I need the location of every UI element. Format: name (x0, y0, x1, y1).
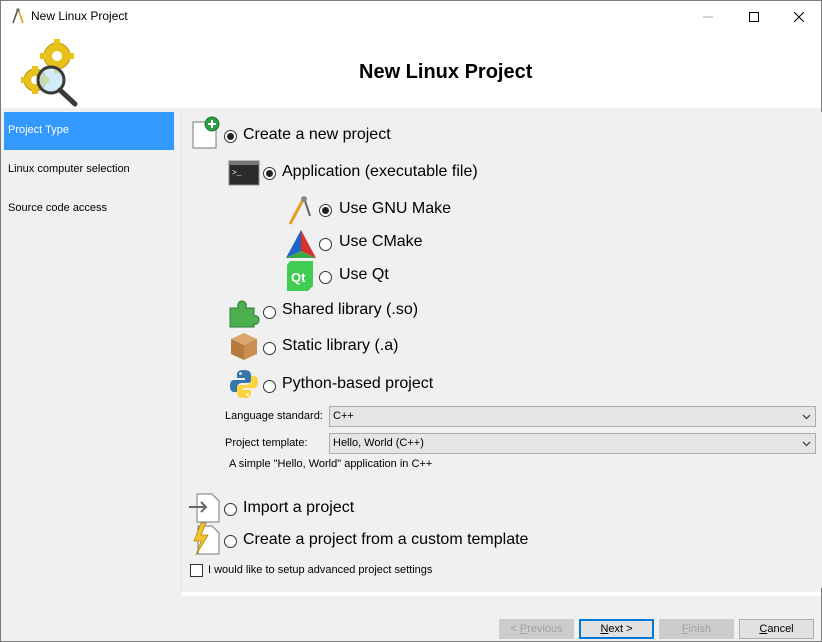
import-document-icon (189, 493, 220, 523)
previous-button-prefix: < (510, 623, 517, 635)
create-new-project-label[interactable]: Create a new project (243, 126, 391, 144)
new-document-icon (192, 116, 220, 149)
minimize-icon (703, 16, 713, 17)
language-standard-value: C++ (333, 410, 354, 422)
chevron-down-icon (802, 441, 811, 447)
gnu-make-label[interactable]: Use GNU Make (339, 200, 451, 218)
advanced-settings-label[interactable]: I would like to setup advanced project s… (208, 564, 432, 576)
compass-icon (288, 196, 311, 225)
application-label[interactable]: Application (executable file) (282, 163, 478, 181)
dialog-header: New Linux Project (1, 32, 821, 108)
advanced-settings-checkbox[interactable] (190, 564, 203, 577)
previous-button-rest: revious (527, 623, 563, 635)
wizard-footer: < Previous Next > Finish Cancel (181, 596, 821, 641)
template-bolt-icon (193, 522, 220, 556)
template-description: A simple "Hello, World" application in C… (229, 458, 433, 470)
cmake-label[interactable]: Use CMake (339, 233, 423, 251)
shared-library-label[interactable]: Shared library (.so) (282, 301, 418, 319)
application-radio[interactable] (263, 167, 276, 180)
close-icon (794, 11, 804, 22)
close-button[interactable] (776, 1, 822, 32)
finish-button-rest: inish (688, 623, 712, 635)
svg-text:Qt: Qt (291, 270, 306, 285)
import-project-label[interactable]: Import a project (243, 499, 354, 517)
create-new-project-radio[interactable] (224, 130, 237, 143)
compass-icon (12, 8, 24, 24)
puzzle-icon (229, 300, 260, 328)
custom-template-radio[interactable] (224, 535, 237, 548)
language-standard-label: Language standard: (225, 410, 323, 422)
shared-library-radio[interactable] (263, 306, 276, 319)
maximize-button[interactable] (731, 1, 777, 32)
cancel-button-rest: ancel (767, 623, 794, 635)
minimize-button[interactable] (685, 1, 731, 32)
page-title: New Linux Project (359, 61, 533, 83)
finish-button-accel: F (681, 623, 689, 635)
project-template-label: Project template: (225, 437, 308, 449)
wizard-sidebar: Project Type Linux computer selection So… (1, 108, 181, 641)
project-type-panel: Create a new project >_ Application (exe… (181, 108, 822, 592)
sidebar-item-source-code-access[interactable]: Source code access (4, 190, 174, 228)
project-template-value: Hello, World (C++) (333, 437, 424, 449)
gnu-make-radio[interactable] (319, 204, 332, 217)
custom-template-label[interactable]: Create a project from a custom template (243, 531, 528, 549)
maximize-icon (749, 11, 759, 22)
cmake-radio[interactable] (319, 238, 332, 251)
box-icon (231, 333, 257, 360)
sidebar-item-project-type[interactable]: Project Type (4, 112, 174, 150)
project-template-select[interactable]: Hello, World (C++) (329, 433, 816, 454)
cancel-button-accel: C (759, 623, 768, 635)
next-button-rest: ext > (608, 623, 633, 635)
sidebar-item-linux-computer-selection[interactable]: Linux computer selection (4, 151, 174, 189)
title-bar: New Linux Project (1, 1, 821, 32)
next-button-accel: N (600, 623, 609, 635)
finish-button[interactable]: Finish (659, 619, 734, 639)
svg-text:>_: >_ (232, 169, 242, 178)
import-project-radio[interactable] (224, 503, 237, 516)
terminal-icon: >_ (228, 160, 260, 186)
gears-magnifier-icon (21, 39, 78, 107)
qt-label[interactable]: Use Qt (339, 266, 389, 284)
cancel-button[interactable]: Cancel (739, 619, 814, 639)
qt-icon: Qt (287, 261, 313, 291)
dialog-window: New Linux Project New Linux Project Proj… (0, 0, 822, 642)
previous-button[interactable]: < Previous (499, 619, 574, 639)
static-library-label[interactable]: Static library (.a) (282, 337, 398, 355)
chevron-down-icon (802, 414, 811, 420)
window-title: New Linux Project (31, 9, 128, 23)
static-library-radio[interactable] (263, 342, 276, 355)
qt-radio[interactable] (319, 271, 332, 284)
python-project-radio[interactable] (263, 380, 276, 393)
language-standard-select[interactable]: C++ (329, 406, 816, 427)
next-button[interactable]: Next > (579, 619, 654, 639)
previous-button-accel: P (519, 623, 528, 635)
python-icon (230, 370, 258, 398)
python-project-label[interactable]: Python-based project (282, 375, 433, 393)
cmake-triangle-icon (286, 230, 316, 258)
